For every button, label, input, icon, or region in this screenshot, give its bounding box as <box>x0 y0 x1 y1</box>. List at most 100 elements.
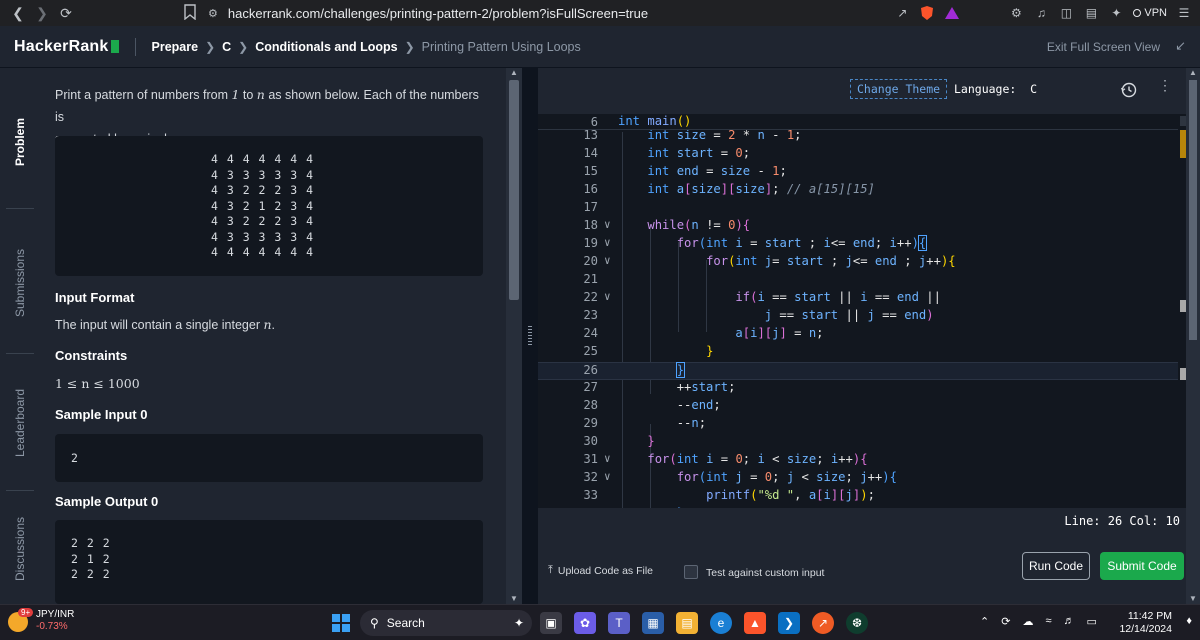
scroll-thumb[interactable] <box>1189 80 1197 340</box>
code-line: 23 j == start || j == end) <box>583 308 934 322</box>
hackerrank-logo[interactable]: HackerRank <box>14 38 119 56</box>
cursor-position: Line: 26 Col: 10 <box>1064 514 1180 528</box>
chevron-up-icon[interactable]: ⌃ <box>980 615 989 628</box>
file-explorer-icon[interactable]: ▤ <box>676 612 698 634</box>
pane-resizer[interactable] <box>522 68 538 604</box>
wifi-icon[interactable]: ≈ <box>1045 615 1051 628</box>
breadcrumb-conditionals[interactable]: Conditionals and Loops <box>255 40 397 54</box>
custom-input-checkbox[interactable] <box>684 565 698 579</box>
edge-icon[interactable]: e <box>710 612 732 634</box>
menu-icon[interactable]: ☰ <box>1176 5 1192 21</box>
code-area[interactable]: 6 int main() 13 int size = 2 * n - 1; 14… <box>538 114 1178 508</box>
more-options-icon[interactable]: ⋮ <box>1158 78 1172 92</box>
page-scrollbar[interactable]: ▲ ▼ <box>1186 68 1200 604</box>
pattern-line: 4 3 3 3 3 3 4 <box>211 229 315 244</box>
upload-icon: ⤒ <box>548 564 553 576</box>
run-code-button[interactable]: Run Code <box>1022 552 1090 580</box>
taskbar-search[interactable]: ⚲ Search ✦ <box>360 610 532 636</box>
custom-input-label[interactable]: Test against custom input <box>706 567 824 579</box>
fold-chevron-icon[interactable]: ∨ <box>604 254 611 267</box>
code-line: 24 a[i][j] = n; <box>583 326 824 340</box>
breadcrumb-prepare[interactable]: Prepare <box>152 40 199 54</box>
breadcrumb-c[interactable]: C <box>222 40 231 54</box>
scroll-down-icon[interactable]: ▼ <box>1186 594 1200 604</box>
scroll-thumb[interactable] <box>509 80 519 300</box>
pattern-line: 4 3 3 3 3 3 4 <box>211 167 315 182</box>
volume-icon[interactable]: ♬ <box>1063 615 1074 628</box>
tab-discussions[interactable]: Discussions <box>0 496 40 602</box>
scroll-up-icon[interactable]: ▲ <box>506 68 522 78</box>
vpn-button[interactable]: VPN <box>1133 7 1167 19</box>
tab-problem[interactable]: Problem <box>0 78 40 206</box>
scroll-up-icon[interactable]: ▲ <box>1186 68 1200 78</box>
bookmark-icon[interactable] <box>184 4 196 20</box>
system-tray: ⌃ ⟳ ☁ ≈ ♬ ▭ <box>980 615 1097 628</box>
restore-history-icon[interactable] <box>1120 81 1138 99</box>
notification-badge: 9+ <box>18 607 34 617</box>
address-bar[interactable]: hackerrank.com/challenges/printing-patte… <box>228 6 648 21</box>
collapse-icon[interactable]: ↙ <box>1175 38 1186 54</box>
brave-browser-icon[interactable]: ▲ <box>744 612 766 634</box>
exit-fullscreen-link[interactable]: Exit Full Screen View <box>1047 40 1160 54</box>
problem-statement: Print a pattern of numbers from 1 to n a… <box>40 68 506 604</box>
clock[interactable]: 11:42 PM 12/14/2024 <box>1119 610 1172 636</box>
fold-chevron-icon[interactable]: ∨ <box>604 470 611 483</box>
vscode-icon[interactable]: ❯ <box>778 612 800 634</box>
site-info-icon[interactable]: ⚙ <box>208 7 218 20</box>
store-icon[interactable]: ▦ <box>642 612 664 634</box>
site-header: HackerRank Prepare ❯ C ❯ Conditionals an… <box>0 26 1200 68</box>
code-line: 17 <box>583 200 598 214</box>
reload-icon[interactable]: ⟳ <box>54 1 78 25</box>
sync-icon[interactable]: ⟳ <box>1001 615 1010 628</box>
postman-icon[interactable]: ↗ <box>812 612 834 634</box>
sample-output-line: 2 1 2 <box>71 551 111 566</box>
share-icon[interactable]: ↗ <box>894 5 910 21</box>
scroll-down-icon[interactable]: ▼ <box>506 594 522 604</box>
battery-icon[interactable]: ▭ <box>1086 615 1096 628</box>
input-format-heading: Input Format <box>55 290 135 305</box>
fold-chevron-icon[interactable]: ∨ <box>604 290 611 303</box>
music-icon[interactable]: ♫ <box>1033 5 1049 21</box>
windows-start-icon[interactable] <box>330 612 352 634</box>
forward-icon[interactable]: ❯ <box>30 1 54 25</box>
notification-bell-icon[interactable]: ♦ <box>1186 615 1192 627</box>
pattern-line: 4 3 2 2 2 3 4 <box>211 214 315 228</box>
breadcrumb-current: Printing Pattern Using Loops <box>421 39 581 54</box>
search-highlight-icon: ✦ <box>513 616 524 630</box>
chevron-right-icon: ❯ <box>238 39 249 54</box>
sidebar-icon[interactable]: ◫ <box>1058 5 1074 21</box>
change-theme-button[interactable]: Change Theme <box>850 79 948 99</box>
sample-output-line: 2 2 2 <box>71 567 111 581</box>
submit-code-button[interactable]: Submit Code <box>1100 552 1184 580</box>
code-line: 18 ∨ while(n != 0){ <box>583 218 751 232</box>
editor-toolbar: Change Theme Language: C ⋮ <box>538 68 1200 112</box>
tab-leaderboard[interactable]: Leaderboard <box>0 358 40 488</box>
pattern-line: 4 4 4 4 4 4 4 <box>211 152 315 166</box>
language-selector[interactable]: Language: C <box>954 82 1037 96</box>
upload-code-button[interactable]: ⤒ Upload Code as File <box>548 564 653 577</box>
code-line: 22 ∨ if(i == start || i == end || <box>583 290 941 304</box>
task-view-icon[interactable]: ▣ <box>540 612 562 634</box>
copilot-icon[interactable]: ✿ <box>574 612 596 634</box>
fold-chevron-icon[interactable]: ∨ <box>604 236 611 249</box>
teams-icon[interactable]: T <box>608 612 630 634</box>
brave-rewards-icon[interactable] <box>944 5 960 21</box>
fold-chevron-icon[interactable]: ∨ <box>604 218 611 231</box>
code-line: 29 --n; <box>583 416 707 430</box>
wallet-icon[interactable]: ▤ <box>1083 5 1099 21</box>
problem-scrollbar[interactable]: ▲ ▼ <box>506 68 522 604</box>
brave-shield-icon[interactable] <box>919 5 935 21</box>
fold-chevron-icon[interactable]: ∨ <box>604 452 611 465</box>
pattern-example: 4 4 4 4 4 4 4 4 3 3 3 3 3 4 4 3 2 2 2 3 … <box>55 136 483 276</box>
sample-input-heading: Sample Input 0 <box>55 407 148 422</box>
ticker-widget[interactable]: 9+ JPY/INR -0.73% <box>8 607 74 632</box>
resize-grip-icon[interactable] <box>528 326 532 346</box>
cloud-icon[interactable]: ☁ <box>1022 615 1033 628</box>
leo-ai-icon[interactable]: ✦ <box>1108 5 1124 21</box>
chevron-right-icon: ❯ <box>205 39 216 54</box>
extensions-icon[interactable]: ⚙ <box>1008 5 1024 21</box>
tab-submissions[interactable]: Submissions <box>0 213 40 353</box>
code-line: 33 printf("%d ", a[i][j]); <box>583 488 875 502</box>
mongodb-icon[interactable]: ❆ <box>846 612 868 634</box>
back-icon[interactable]: ❮ <box>6 1 30 25</box>
